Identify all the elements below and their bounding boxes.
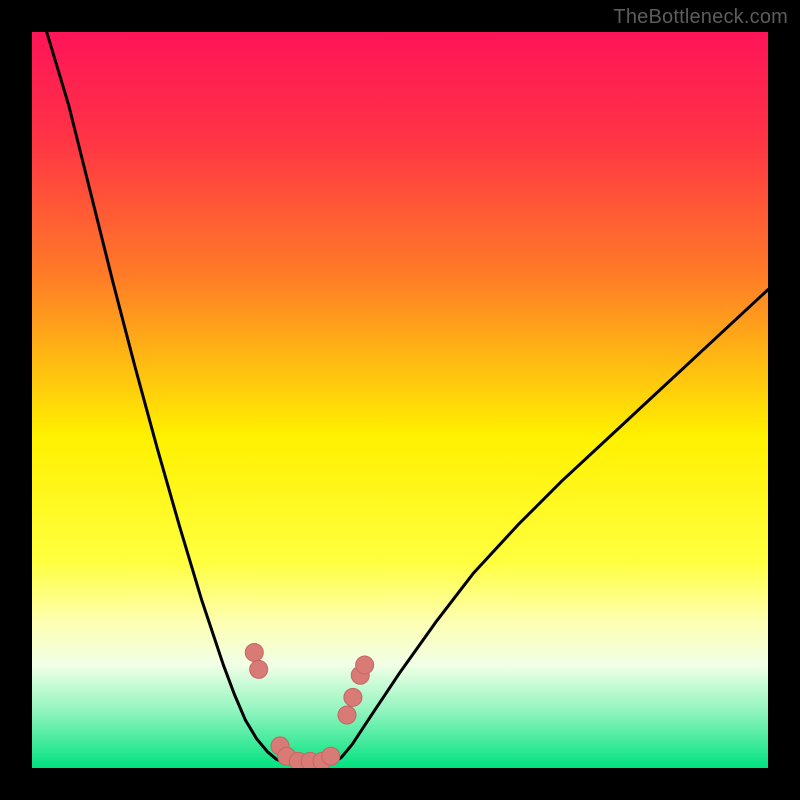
data-marker — [322, 747, 340, 765]
data-marker — [344, 688, 362, 706]
data-marker — [356, 656, 374, 674]
gradient-background — [32, 32, 768, 768]
chart-frame: TheBottleneck.com — [0, 0, 800, 800]
bottleneck-chart — [32, 32, 768, 768]
watermark-text: TheBottleneck.com — [613, 6, 788, 29]
data-marker — [338, 706, 356, 724]
data-marker — [245, 643, 263, 661]
data-marker — [250, 660, 268, 678]
